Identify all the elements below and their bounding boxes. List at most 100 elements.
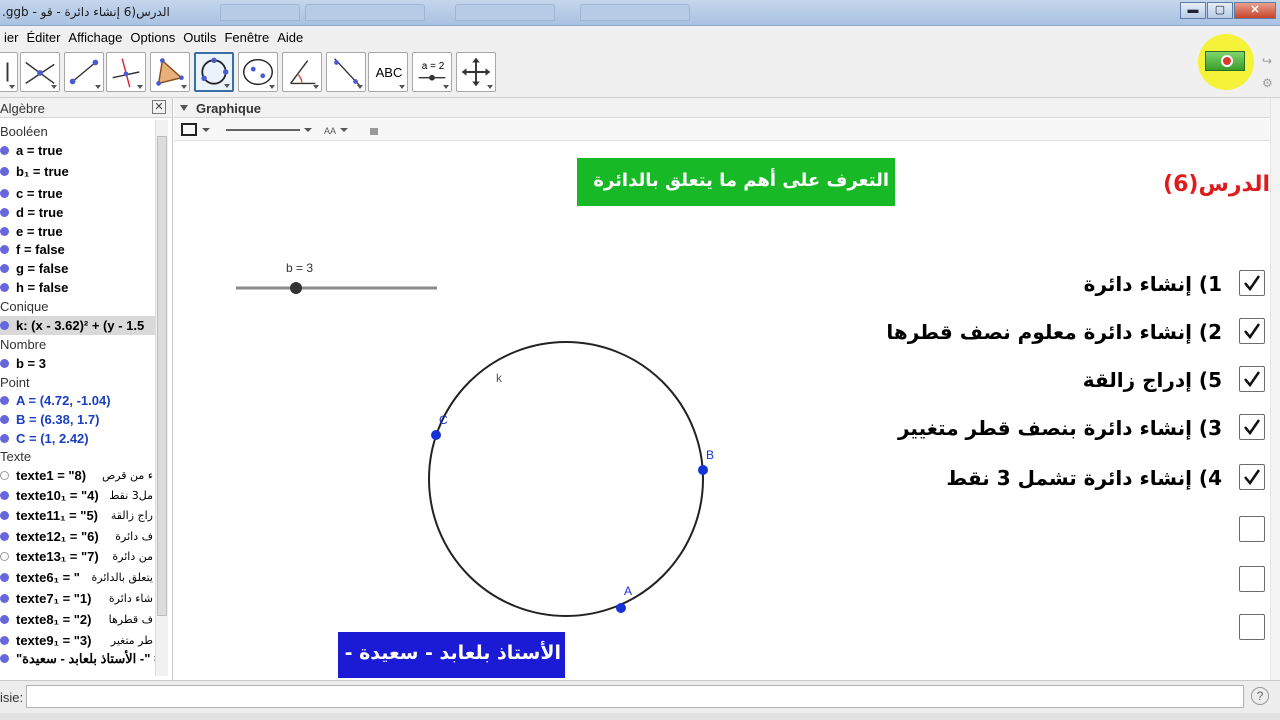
segment-tool[interactable] — [64, 52, 104, 92]
visibility-toggle-icon[interactable] — [0, 532, 9, 541]
visibility-toggle-icon[interactable] — [0, 227, 9, 236]
visibility-toggle-icon[interactable] — [0, 245, 9, 254]
visibility-toggle-icon[interactable] — [0, 359, 9, 368]
point-b[interactable] — [698, 465, 708, 475]
menu-fichier[interactable]: ier — [0, 30, 22, 45]
visibility-toggle-icon[interactable] — [0, 264, 9, 273]
checkbox[interactable] — [1239, 270, 1265, 296]
maximize-button[interactable]: ▢ — [1207, 2, 1233, 19]
move-graphics-tool[interactable] — [456, 52, 496, 92]
algebra-item[interactable]: texte11₁ = "5) راج زالقة — [0, 506, 155, 525]
settings-icon[interactable]: ⚙ — [1262, 76, 1273, 90]
visibility-toggle-icon[interactable] — [0, 167, 9, 176]
visibility-toggle-icon[interactable] — [0, 283, 9, 292]
visibility-toggle-icon[interactable] — [0, 552, 9, 561]
graphics-view[interactable]: Graphique AA b = 3 k A B C التعرف على أه… — [174, 98, 1280, 680]
checkbox[interactable] — [1239, 414, 1265, 440]
menu-affichage[interactable]: Affichage — [64, 30, 126, 45]
background-tab[interactable] — [220, 4, 300, 21]
perpendicular-tool[interactable] — [106, 52, 146, 92]
algebra-item[interactable]: "الأستاذ بلعابد - سعيدة -" = — [0, 649, 155, 668]
algebra-item[interactable]: B = (6.38, 1.7) — [0, 410, 155, 429]
algebra-item[interactable]: texte1 = "8) ء من قرص — [0, 466, 155, 485]
point-a[interactable] — [616, 603, 626, 613]
algebra-category[interactable]: Nombre — [0, 335, 155, 354]
minimize-button[interactable]: ▬ — [1180, 2, 1206, 19]
algebra-item[interactable]: texte12₁ = "6) ف دائرة — [0, 527, 155, 546]
graphics-scrollbar[interactable] — [1270, 98, 1280, 680]
scroll-thumb[interactable] — [157, 136, 167, 616]
algebra-item[interactable]: texte13₁ = "7) من دائرة — [0, 547, 155, 566]
algebra-item[interactable]: texte6₁ = " يتعلق بالدائرة — [0, 568, 155, 587]
algebra-item[interactable]: texte7₁ = "1) شاء دائرة — [0, 589, 155, 608]
checkbox[interactable] — [1239, 464, 1265, 490]
checkbox[interactable] — [1239, 366, 1265, 392]
menu-aide[interactable]: Aide — [273, 30, 307, 45]
algebra-scrollbar[interactable] — [155, 120, 168, 676]
algebra-category[interactable]: Point — [0, 373, 155, 392]
visibility-toggle-icon[interactable] — [0, 471, 9, 480]
style-bar-icons[interactable]: AA — [174, 119, 434, 141]
background-tab[interactable] — [455, 4, 555, 21]
visibility-toggle-icon[interactable] — [0, 434, 9, 443]
visibility-toggle-icon[interactable] — [0, 146, 9, 155]
algebra-item[interactable]: c = true — [0, 184, 155, 203]
visibility-toggle-icon[interactable] — [0, 415, 9, 424]
visibility-toggle-icon[interactable] — [0, 321, 9, 330]
algebra-item[interactable]: b = 3 — [0, 354, 155, 373]
algebra-item[interactable]: texte8₁ = "2) ف قطرها — [0, 610, 155, 629]
collapse-icon[interactable] — [180, 105, 188, 111]
menu-editer[interactable]: Éditer — [22, 30, 64, 45]
background-tab[interactable] — [580, 4, 690, 21]
circle-3points-tool[interactable] — [194, 52, 234, 92]
circle-k[interactable] — [428, 341, 704, 617]
visibility-toggle-icon[interactable] — [0, 208, 9, 217]
close-button[interactable]: ✕ — [1234, 2, 1276, 19]
input-field[interactable] — [26, 685, 1244, 708]
algebra-item[interactable]: k: (x - 3.62)² + (y - 1.5 — [0, 316, 155, 335]
algebra-item[interactable]: texte9₁ = "3) طر متغير — [0, 631, 155, 650]
text-tool[interactable]: ABC — [368, 52, 408, 92]
visibility-toggle-icon[interactable] — [0, 573, 9, 582]
checkbox[interactable] — [1239, 566, 1265, 592]
visibility-toggle-icon[interactable] — [0, 615, 9, 624]
algebra-category[interactable]: Booléen — [0, 122, 155, 141]
visibility-toggle-icon[interactable] — [0, 189, 9, 198]
menu-outils[interactable]: Outils — [179, 30, 220, 45]
menu-fenetre[interactable]: Fenêtre — [220, 30, 273, 45]
algebra-item[interactable]: texte10₁ = "4) مل3 نقط — [0, 486, 155, 505]
point-c[interactable] — [431, 430, 441, 440]
intersect-tool[interactable] — [20, 52, 60, 92]
redo-icon[interactable]: ↪ — [1262, 54, 1272, 68]
algebra-item[interactable]: C = (1, 2.42) — [0, 429, 155, 448]
algebra-item[interactable]: a = true — [0, 141, 155, 160]
visibility-toggle-icon[interactable] — [0, 491, 9, 500]
move-tool[interactable] — [0, 52, 18, 92]
visibility-toggle-icon[interactable] — [0, 594, 9, 603]
checkbox[interactable] — [1239, 516, 1265, 542]
background-tab[interactable] — [305, 4, 425, 21]
geometry-canvas[interactable]: b = 3 k A B C — [174, 141, 1270, 680]
algebra-category[interactable]: Conique — [0, 297, 155, 316]
algebra-item[interactable]: b₁ = true — [0, 162, 155, 181]
reflect-tool[interactable] — [326, 52, 366, 92]
algebra-item[interactable]: f = false — [0, 240, 155, 259]
algebra-item[interactable]: h = false — [0, 278, 155, 297]
close-icon[interactable]: ✕ — [152, 100, 166, 114]
circle-tool[interactable] — [238, 52, 278, 92]
visibility-toggle-icon[interactable] — [0, 396, 9, 405]
visibility-toggle-icon[interactable] — [0, 511, 9, 520]
algebra-item[interactable]: e = true — [0, 222, 155, 241]
angle-tool[interactable] — [282, 52, 322, 92]
visibility-toggle-icon[interactable] — [0, 636, 9, 645]
slider-tool[interactable]: a = 2 — [412, 52, 452, 92]
checkbox[interactable] — [1239, 318, 1265, 344]
menu-options[interactable]: Options — [126, 30, 179, 45]
polygon-tool[interactable] — [150, 52, 190, 92]
help-icon[interactable]: ? — [1251, 687, 1269, 705]
visibility-toggle-icon[interactable] — [0, 654, 9, 663]
algebra-item[interactable]: d = true — [0, 203, 155, 222]
algebra-item[interactable]: g = false — [0, 259, 155, 278]
algebra-item[interactable]: A = (4.72, -1.04) — [0, 391, 155, 410]
slider-knob[interactable] — [290, 282, 302, 294]
